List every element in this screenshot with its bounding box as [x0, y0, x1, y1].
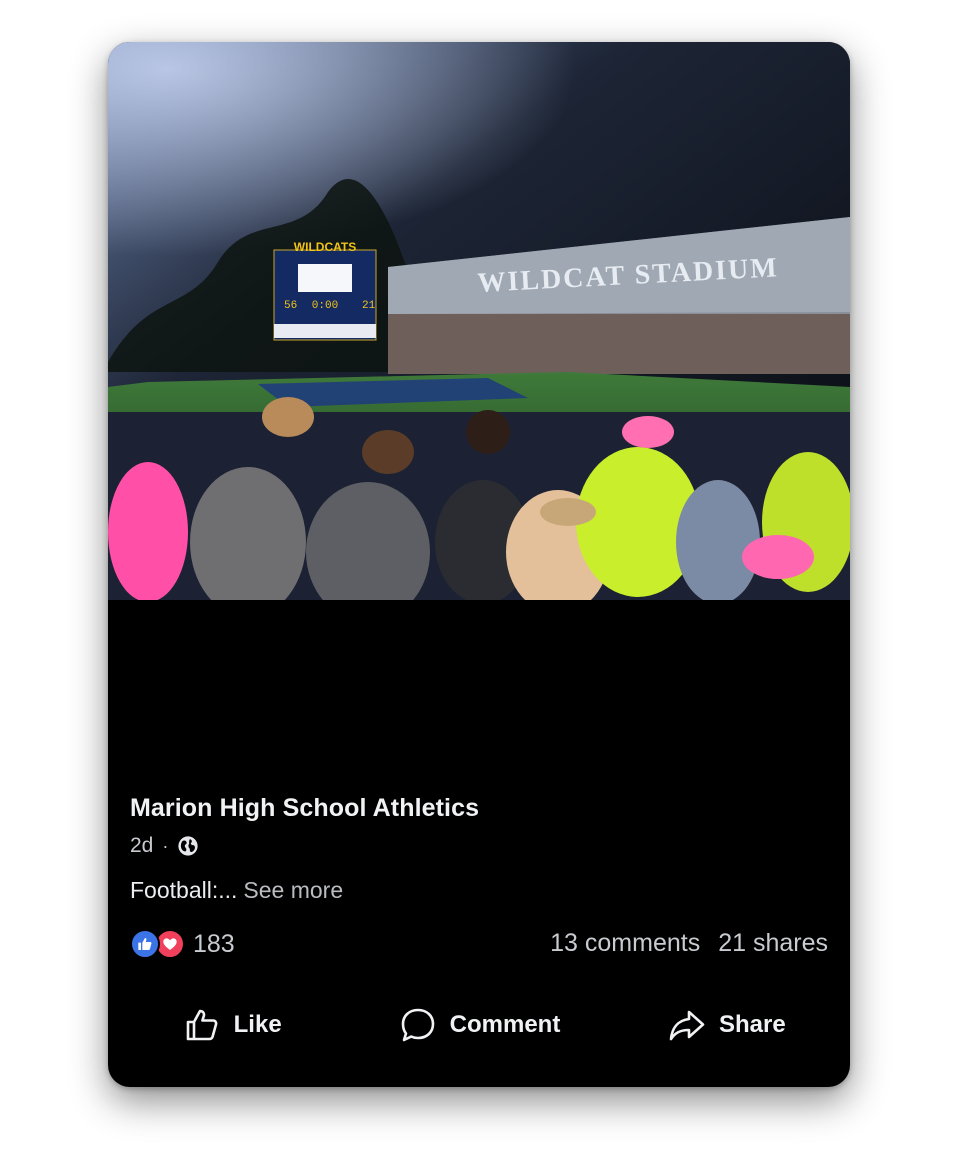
like-label: Like — [233, 1011, 282, 1038]
action-bar: Like Comment Share — [108, 997, 850, 1053]
photo-scoreboard-title: WILDCATS — [294, 240, 356, 254]
photo-scoreboard-home: 56 — [284, 300, 297, 312]
photo-scoreboard-clock: 0:00 — [312, 300, 338, 312]
comment-bubble-icon — [401, 1008, 434, 1042]
comment-label: Comment — [449, 1011, 561, 1038]
post-photo[interactable]: WILDCAT STADIUM WILDCATS 56 0:00 21 — [108, 42, 850, 600]
reaction-count: 183 — [193, 929, 235, 958]
page-name[interactable]: Marion High School Athletics — [130, 794, 479, 823]
thumbs-up-icon — [186, 1009, 218, 1041]
caption-text: Football:... — [130, 877, 238, 903]
share-button[interactable]: Share — [603, 997, 850, 1053]
see-more-link[interactable]: See more — [243, 877, 343, 903]
share-arrow-icon — [669, 1010, 705, 1041]
comments-count-link[interactable]: 13 comments — [550, 929, 700, 958]
comment-button[interactable]: Comment — [355, 997, 602, 1053]
post-timestamp-row: 2d · — [130, 834, 199, 858]
globe-icon — [178, 836, 198, 856]
post-stats: 183 13 comments 21 shares — [130, 926, 828, 962]
share-label: Share — [718, 1011, 786, 1038]
reactions-summary[interactable]: 183 — [130, 929, 235, 959]
photo-scoreboard-away: 21 — [362, 300, 376, 312]
post-caption: Football:... See more — [130, 877, 343, 904]
engagement-counts: 13 comments 21 shares — [550, 929, 828, 958]
post-card: WILDCAT STADIUM WILDCATS 56 0:00 21 Mari… — [108, 42, 850, 1087]
separator-dot: · — [162, 835, 169, 856]
post-time[interactable]: 2d — [130, 834, 153, 858]
like-reaction-icon — [130, 929, 160, 959]
like-button[interactable]: Like — [108, 997, 355, 1053]
shares-count-link[interactable]: 21 shares — [718, 929, 828, 958]
